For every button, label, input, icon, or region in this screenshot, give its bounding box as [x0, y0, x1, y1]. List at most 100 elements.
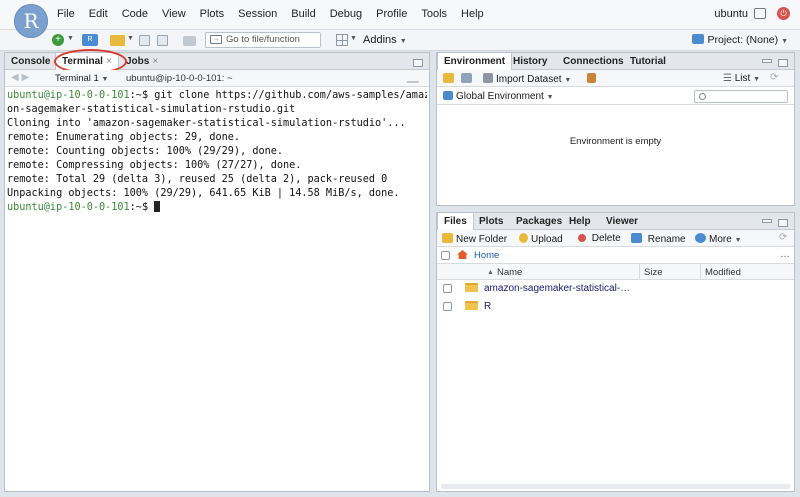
environment-scope-bar: Global Environment ▼ — [437, 88, 794, 105]
maximize-pane-icon[interactable] — [413, 59, 423, 67]
sort-ascending-icon: ▲ — [487, 269, 494, 276]
menu-profile[interactable]: Profile — [376, 8, 407, 20]
terminal-text: remote: Counting objects: 100% (29/29), … — [7, 146, 284, 157]
environment-scope-selector[interactable]: Global Environment ▼ — [443, 91, 554, 102]
menu-debug[interactable]: Debug — [330, 8, 362, 20]
rename-button[interactable]: Rename — [631, 233, 686, 245]
file-row[interactable]: amazon-sagemaker-statistical-… — [437, 279, 794, 298]
file-name-link[interactable]: amazon-sagemaker-statistical-… — [484, 283, 630, 294]
open-file-icon[interactable] — [110, 35, 125, 46]
open-file-dropdown-icon[interactable]: ▼ — [127, 35, 134, 49]
file-row-checkbox[interactable] — [443, 284, 452, 293]
minimize-pane-icon[interactable] — [761, 59, 772, 63]
terminal-selector[interactable]: Terminal 1 ▼ — [55, 73, 108, 84]
terminal-line: remote: Total 29 (delta 3), reused 25 (d… — [7, 173, 427, 187]
menu-view[interactable]: View — [162, 8, 186, 20]
broom-icon[interactable] — [587, 73, 596, 83]
maximize-pane-icon[interactable] — [778, 59, 788, 67]
go-to-arrow-icon: → — [210, 35, 222, 44]
save-icon[interactable] — [139, 35, 150, 46]
close-icon[interactable]: × — [152, 56, 158, 67]
folder-icon — [465, 283, 478, 292]
list-view-label: List — [734, 73, 751, 84]
environment-scope-label: Global Environment — [456, 91, 544, 102]
tab-console[interactable]: Console — [5, 53, 56, 70]
menu-session[interactable]: Session — [238, 8, 277, 20]
minimize-pane-icon[interactable] — [761, 219, 772, 223]
terminal-line: Unpacking objects: 100% (29/29), 641.65 … — [7, 187, 427, 201]
select-all-checkbox[interactable] — [441, 251, 450, 260]
pane-layout-icon[interactable] — [336, 34, 348, 46]
more-button[interactable]: More ▼ — [695, 233, 742, 245]
file-row[interactable]: R — [437, 297, 794, 316]
pane-layout-dropdown-icon[interactable]: ▼ — [350, 35, 357, 49]
tab-help[interactable]: Help — [563, 213, 597, 230]
terminal-selector-label: Terminal 1 — [55, 73, 99, 84]
tab-viewer[interactable]: Viewer — [600, 213, 644, 230]
column-name[interactable]: Name — [497, 267, 522, 278]
home-icon[interactable] — [457, 250, 468, 259]
tab-files[interactable]: Files — [437, 213, 474, 231]
sign-out-icon[interactable] — [754, 8, 766, 19]
new-project-icon[interactable]: R — [82, 34, 98, 46]
tab-packages[interactable]: Packages — [510, 213, 568, 230]
tab-history[interactable]: History — [507, 53, 553, 70]
new-file-icon[interactable]: + — [52, 34, 64, 46]
save-workspace-icon[interactable] — [461, 73, 472, 83]
breadcrumb-home[interactable]: Home — [474, 250, 499, 261]
import-dataset-button[interactable]: Import Dataset ▼ — [483, 73, 571, 85]
more-path-icon[interactable]: … — [780, 249, 790, 260]
environment-search-input[interactable] — [694, 90, 788, 103]
new-file-dropdown-icon[interactable]: ▼ — [67, 35, 74, 49]
new-folder-icon — [442, 233, 453, 243]
terminal-text: :~$ git clone https://github.com/aws-sam… — [129, 90, 427, 101]
files-pane: Files Plots Packages Help Viewer New Fol… — [436, 212, 795, 492]
menu-file[interactable]: File — [57, 8, 75, 20]
project-menu[interactable]: Project: (None) ▼ — [691, 34, 788, 46]
user-name: ubuntu — [714, 8, 748, 20]
tab-environment[interactable]: Environment — [437, 53, 513, 71]
save-all-icon[interactable] — [157, 35, 168, 46]
refresh-icon[interactable]: ⟳ — [770, 72, 778, 83]
tab-connections[interactable]: Connections — [557, 53, 630, 70]
addins-menu[interactable]: Addins ▼ — [363, 34, 407, 46]
terminal-prompt: ubuntu@ip-10-0-0-101 — [7, 202, 130, 213]
close-icon[interactable]: × — [106, 56, 112, 67]
column-modified[interactable]: Modified — [705, 267, 741, 278]
environment-pane: Environment History Connections Tutorial… — [436, 52, 795, 206]
print-icon[interactable] — [183, 36, 196, 46]
refresh-icon[interactable]: ⟳ — [779, 232, 787, 243]
quit-session-icon[interactable]: ⏻ — [777, 7, 790, 20]
terminal-line: ubuntu@ip-10-0-0-101:~$ — [7, 201, 427, 215]
upload-label: Upload — [531, 234, 563, 245]
menu-help[interactable]: Help — [461, 8, 484, 20]
menu-plots[interactable]: Plots — [200, 8, 224, 20]
menu-code[interactable]: Code — [122, 8, 148, 20]
file-name-link[interactable]: R — [484, 301, 491, 312]
tab-plots[interactable]: Plots — [473, 213, 509, 230]
terminal-output[interactable]: ubuntu@ip-10-0-0-101 :~$ git clone https:… — [7, 89, 427, 489]
go-to-file-input[interactable]: → Go to file/function — [205, 32, 321, 48]
environment-toolbar: Import Dataset ▼ ☰ List ▼ ⟳ — [437, 70, 794, 87]
delete-button[interactable]: Delete — [578, 233, 621, 244]
rename-icon — [631, 233, 642, 243]
tab-tutorial[interactable]: Tutorial — [624, 53, 672, 70]
clear-terminal-icon[interactable] — [406, 73, 424, 83]
tab-terminal[interactable]: Terminal × — [55, 53, 119, 71]
file-row-checkbox[interactable] — [443, 302, 452, 311]
upload-button[interactable]: Upload — [519, 233, 563, 245]
load-workspace-icon[interactable] — [443, 73, 454, 83]
new-folder-button[interactable]: New Folder — [442, 233, 507, 245]
tab-jobs[interactable]: Jobs × — [120, 53, 164, 70]
horizontal-scrollbar[interactable] — [441, 484, 790, 489]
maximize-pane-icon[interactable] — [778, 219, 788, 227]
menu-tools[interactable]: Tools — [421, 8, 447, 20]
terminal-nav-arrows-icon[interactable]: ◀ ▶ — [11, 72, 29, 83]
menu-edit[interactable]: Edit — [89, 8, 108, 20]
list-view-button[interactable]: ☰ List ▼ — [723, 73, 760, 84]
menu-build[interactable]: Build — [291, 8, 315, 20]
terminal-text: remote: Enumerating objects: 29, done. — [7, 132, 241, 143]
column-size[interactable]: Size — [644, 267, 662, 278]
console-tabbar: Console Terminal × Jobs × — [5, 49, 429, 74]
table-icon — [483, 73, 493, 83]
